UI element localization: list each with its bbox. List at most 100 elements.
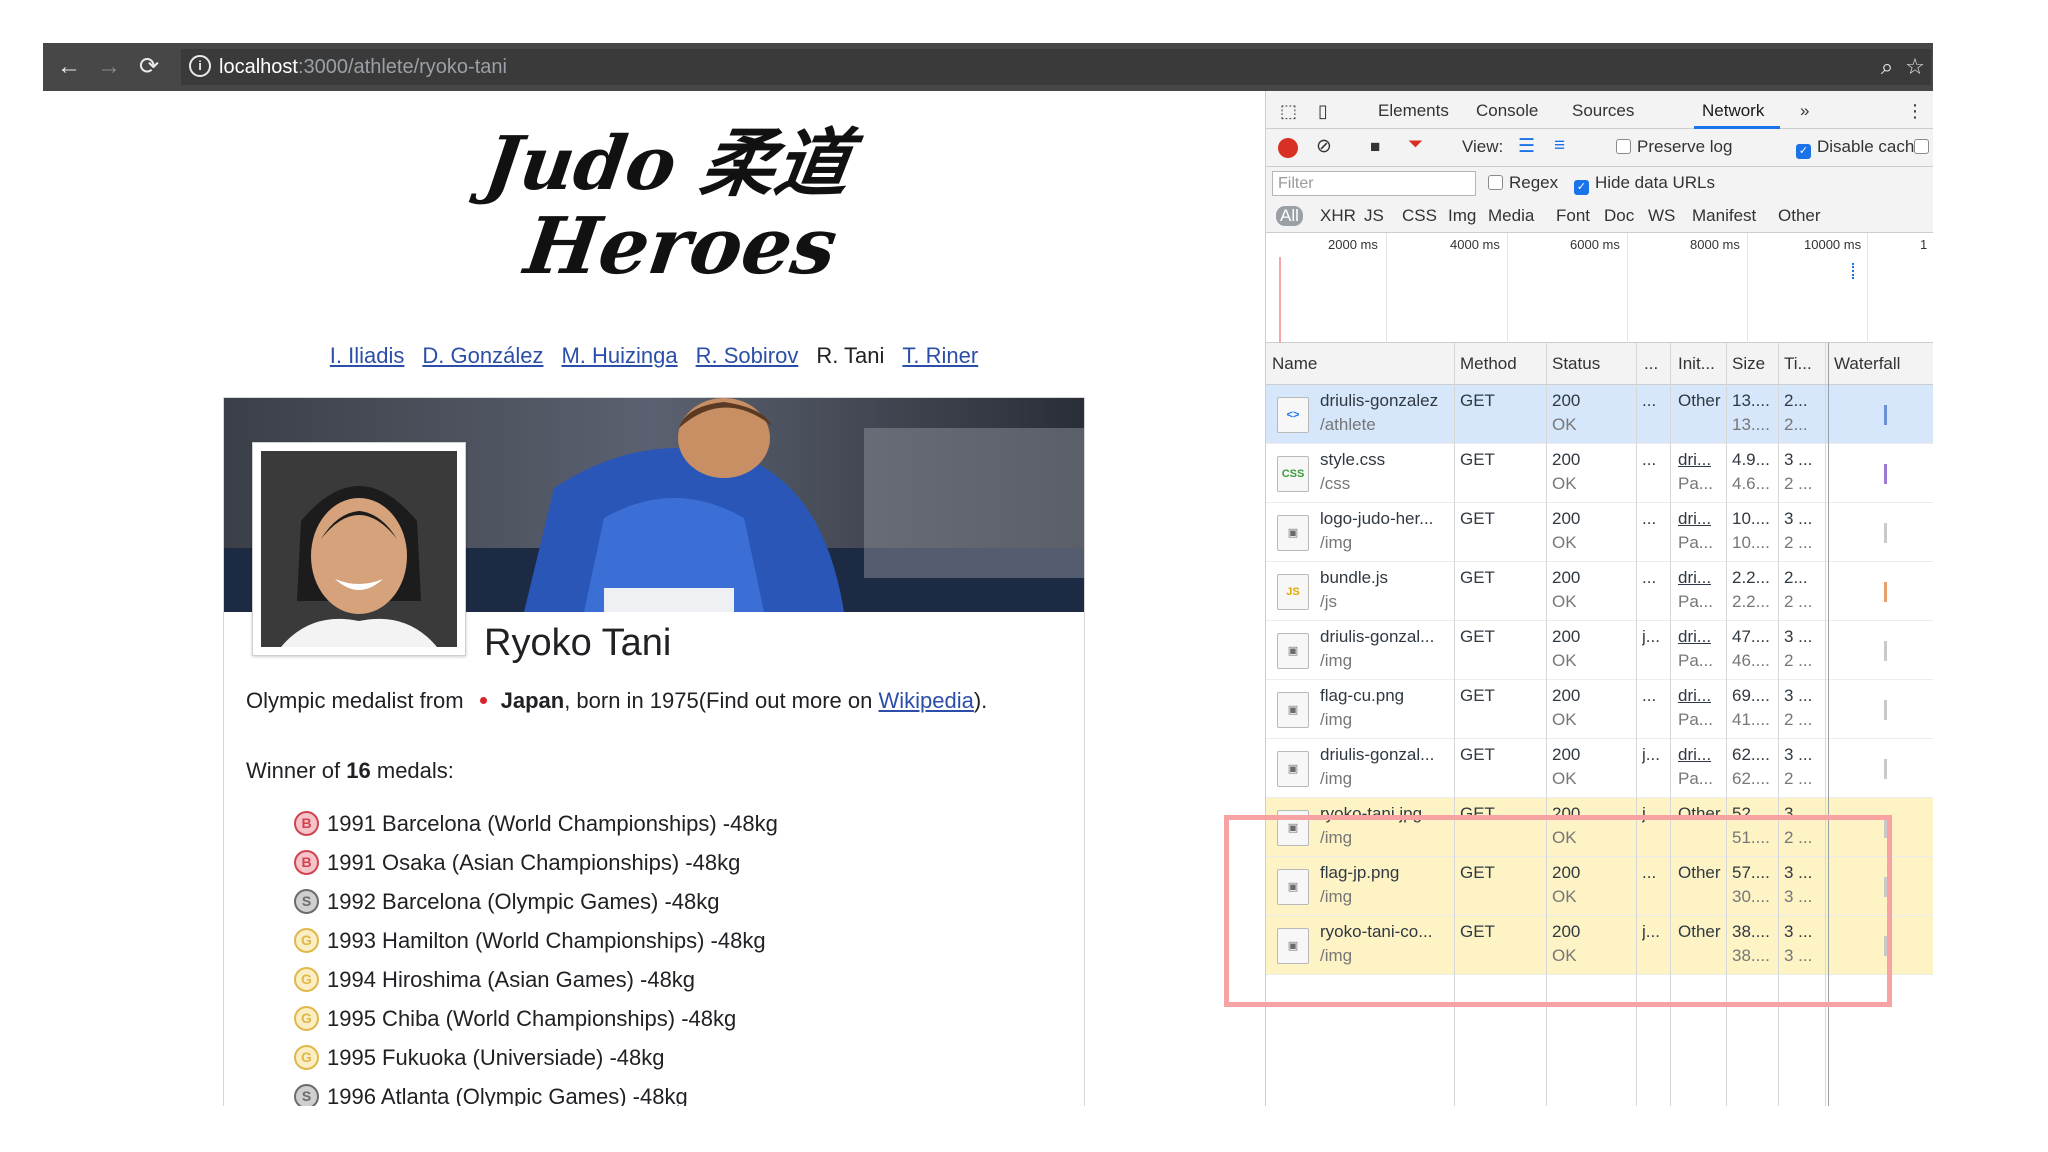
column-header[interactable]: Init... [1678, 354, 1715, 374]
request-initiator: dri... [1678, 509, 1712, 528]
request-path: /css [1320, 474, 1351, 493]
medal-badge-icon: G [294, 928, 319, 953]
type-filter-all[interactable]: All [1276, 206, 1303, 226]
athlete-nav-link[interactable]: M. Huizinga [561, 343, 677, 369]
column-header[interactable]: Method [1460, 354, 1517, 374]
network-row[interactable]: JS bundle.js/js GET 200 OK... dri... Pa... 2.2.… [1266, 562, 1933, 621]
column-header[interactable]: Waterfall [1834, 354, 1900, 374]
bio-country: Japan [500, 688, 565, 713]
hide-data-urls-checkbox[interactable]: ✓ [1574, 180, 1589, 195]
athlete-portrait [252, 442, 466, 656]
network-row[interactable]: ▣ driulis-gonzal... /img GET 200 OK j... dri...… [1266, 739, 1933, 798]
network-row[interactable]: ▣ driulis-gonzal... /img GET 200 OK j... dri...… [1266, 621, 1933, 680]
img-file-icon: ▣ [1277, 751, 1309, 787]
preserve-log-option[interactable]: Preserve log [1616, 137, 1732, 157]
hide-data-urls-option[interactable]: ✓ Hide data URLs [1574, 173, 1715, 195]
request-status-text: OK [1552, 887, 1577, 906]
request-time: 3 ... [1784, 686, 1813, 705]
regex-option[interactable]: Regex [1488, 173, 1558, 193]
overview-icon[interactable]: ≡ [1554, 135, 1565, 157]
type-filter-manifest[interactable]: Manifest [1692, 206, 1756, 226]
type-filter-css[interactable]: CSS [1402, 206, 1437, 226]
column-header[interactable]: ... [1644, 354, 1658, 374]
type-filter-ws[interactable]: WS [1648, 206, 1675, 226]
filter-input[interactable]: Filter [1272, 171, 1476, 196]
bookmark-star-icon[interactable]: ☆ [1903, 55, 1927, 79]
address-bar[interactable]: i localhost:3000/athlete/ryoko-tani ⌕ ☆ [181, 49, 1931, 85]
request-size: 69.... [1732, 686, 1770, 705]
network-row[interactable]: ▣ ryoko-tani.jpg/img GET 200 OK j... Other 52..… [1266, 798, 1933, 857]
inspect-element-icon[interactable]: ⬚ [1280, 101, 1297, 122]
wikipedia-link[interactable]: Wikipedia [878, 688, 973, 713]
medal-badge-icon: G [294, 1045, 319, 1070]
offline-checkbox[interactable] [1914, 137, 1933, 157]
regex-checkbox[interactable] [1488, 175, 1503, 190]
portrait-photo [261, 451, 457, 647]
request-time: 3 ... [1784, 863, 1813, 882]
network-row[interactable]: ▣ logo-judo-her... /img GET 200 OK... dri... Pa… [1266, 503, 1933, 562]
athlete-nav-link[interactable]: R. Sobirov [696, 343, 799, 369]
img-file-icon: ▣ [1277, 928, 1309, 964]
request-type-truncated: j... [1642, 627, 1660, 646]
type-filter-font[interactable]: Font [1556, 206, 1590, 226]
tab-elements[interactable]: Elements [1378, 101, 1449, 121]
preserve-log-checkbox[interactable] [1616, 139, 1631, 154]
request-time: 3 ... [1784, 804, 1813, 823]
medal-text: 1992 Barcelona (Olympic Games) -48kg [327, 888, 720, 914]
athlete-nav-link[interactable]: D. González [422, 343, 543, 369]
network-row[interactable]: ▣ flag-cu.png/img GET 200 OK... dri... Pa... 69… [1266, 680, 1933, 739]
more-tabs-button[interactable]: » [1800, 101, 1809, 121]
request-status-text: OK [1552, 415, 1577, 434]
large-rows-icon[interactable]: ☰ [1518, 135, 1535, 158]
disable-cache-option[interactable]: ✓ Disable cache [1796, 137, 1924, 159]
type-filter-media[interactable]: Media [1488, 206, 1534, 226]
kebab-menu-icon[interactable]: ⋮ [1906, 101, 1924, 122]
medal-text: 1993 Hamilton (World Championships) -48k… [327, 927, 766, 953]
url-text[interactable]: localhost:3000/athlete/ryoko-tani [219, 54, 507, 80]
tab-console[interactable]: Console [1476, 101, 1538, 121]
type-filter-xhr[interactable]: XHR [1320, 206, 1356, 226]
tab-sources[interactable]: Sources [1572, 101, 1634, 121]
request-time-2: 2 ... [1784, 533, 1813, 552]
request-time: 3 ... [1784, 509, 1813, 528]
column-header[interactable]: Name [1272, 354, 1317, 374]
athlete-nav-current: R. Tani [816, 343, 885, 368]
type-filter-doc[interactable]: Doc [1604, 206, 1634, 226]
forward-icon[interactable]: → [93, 51, 125, 83]
request-path: /img [1320, 887, 1353, 906]
record-icon[interactable] [1278, 138, 1298, 158]
request-size: 38.... [1732, 922, 1770, 941]
back-icon[interactable]: ← [53, 51, 85, 83]
reload-icon[interactable]: ⟳ [133, 51, 165, 83]
network-row[interactable]: ▣ flag-jp.png/img GET 200 OK... Other 57.... 30… [1266, 857, 1933, 916]
column-header[interactable]: Size [1732, 354, 1765, 374]
network-row[interactable]: CSS style.css/css GET 200 OK... dri... Pa... 4.… [1266, 444, 1933, 503]
disable-cache-checkbox[interactable]: ✓ [1796, 144, 1811, 159]
column-header[interactable]: Ti... [1784, 354, 1812, 374]
network-controls: ⊘ ■ ⏷ View: ☰ ≡ Preserve log ✓ Disable ca… [1266, 129, 1933, 167]
athlete-nav-link[interactable]: I. Iliadis [330, 343, 405, 369]
medal-badge-icon: B [294, 811, 319, 836]
clear-icon[interactable]: ⊘ [1316, 135, 1332, 158]
athlete-nav-link[interactable]: T. Riner [902, 343, 978, 369]
filter-row: Filter Regex ✓ Hide data URLs [1266, 167, 1933, 199]
column-header[interactable]: Status [1552, 354, 1600, 374]
zoom-icon[interactable]: ⌕ [1875, 55, 1899, 79]
device-toolbar-icon[interactable]: ▯ [1318, 101, 1328, 122]
waterfall-bar [1884, 641, 1887, 661]
tab-network[interactable]: Network [1702, 101, 1764, 121]
network-row[interactable]: ▣ ryoko-tani-co... /img GET 200 OK j... Other 38… [1266, 916, 1933, 975]
request-time-2: 2 ... [1784, 828, 1813, 847]
request-method: GET [1460, 922, 1495, 941]
screenshot-camera-icon[interactable]: ■ [1370, 137, 1380, 157]
request-name: style.css [1320, 450, 1386, 469]
type-filter-img[interactable]: Img [1448, 206, 1476, 226]
request-type-truncated: j... [1642, 804, 1660, 823]
network-row[interactable]: <> driulis-gonzalez/athlete GET 200 OK... Oth… [1266, 385, 1933, 444]
type-filter-js[interactable]: JS [1364, 206, 1384, 226]
info-icon[interactable]: i [189, 55, 211, 77]
filter-funnel-icon[interactable]: ⏷ [1408, 134, 1423, 156]
request-time-2: 2 ... [1784, 474, 1813, 493]
request-size-2: 10.... [1732, 533, 1770, 552]
type-filter-other[interactable]: Other [1778, 206, 1821, 226]
